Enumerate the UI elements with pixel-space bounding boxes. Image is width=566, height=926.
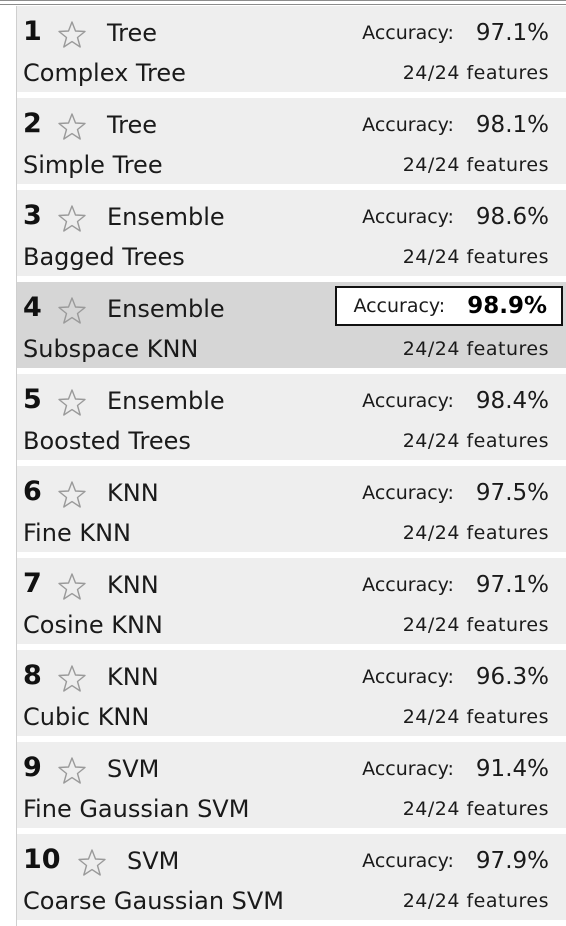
model-name: Subspace KNN (23, 335, 199, 363)
model-name: Cosine KNN (23, 611, 163, 639)
model-category: Ensemble (107, 203, 225, 231)
model-item[interactable]: 6 KNN Accuracy: 97.5% Fine KNN 24/24 fea… (17, 466, 566, 552)
model-rank: 6 (23, 476, 42, 507)
accuracy-label: Accuracy: (362, 390, 454, 412)
accuracy-value: 98.6% (475, 204, 549, 230)
model-rank: 4 (23, 292, 42, 323)
accuracy-display: Accuracy: 97.1% (362, 570, 549, 600)
accuracy-display: Accuracy: 97.1% (362, 18, 549, 48)
feature-count: 24/24 features (402, 154, 549, 176)
accuracy-value: 97.1% (475, 572, 549, 598)
accuracy-label: Accuracy: (362, 22, 454, 44)
model-name: Coarse Gaussian SVM (23, 887, 285, 915)
accuracy-display: Accuracy: 96.3% (362, 662, 549, 692)
star-icon[interactable] (77, 848, 107, 878)
top-border (0, 0, 566, 5)
model-item[interactable]: 3 Ensemble Accuracy: 98.6% Bagged Trees … (17, 190, 566, 276)
model-name: Bagged Trees (23, 243, 185, 271)
model-rank: 2 (23, 108, 42, 139)
accuracy-value: 98.4% (475, 388, 549, 414)
star-icon[interactable] (57, 388, 87, 418)
accuracy-value: 97.5% (475, 480, 549, 506)
accuracy-display: Accuracy: 98.1% (362, 110, 549, 140)
accuracy-display: Accuracy: 91.4% (362, 754, 549, 784)
star-icon[interactable] (57, 664, 87, 694)
accuracy-display-highlighted: Accuracy: 98.9% (335, 286, 563, 326)
model-category: SVM (127, 847, 180, 875)
model-rank: 3 (23, 200, 42, 231)
star-icon[interactable] (57, 756, 87, 786)
star-icon[interactable] (57, 204, 87, 234)
model-item[interactable]: 5 Ensemble Accuracy: 98.4% Boosted Trees… (17, 374, 566, 460)
model-item[interactable]: 2 Tree Accuracy: 98.1% Simple Tree 24/24… (17, 98, 566, 184)
accuracy-display: Accuracy: 97.5% (362, 478, 549, 508)
model-rank: 9 (23, 752, 42, 783)
accuracy-value: 91.4% (475, 756, 549, 782)
accuracy-label: Accuracy: (362, 206, 454, 228)
model-name: Fine KNN (23, 519, 131, 547)
feature-count: 24/24 features (402, 430, 549, 452)
model-item[interactable]: 10 SVM Accuracy: 97.9% Coarse Gaussian S… (17, 834, 566, 920)
star-icon[interactable] (57, 480, 87, 510)
model-item[interactable]: 7 KNN Accuracy: 97.1% Cosine KNN 24/24 f… (17, 558, 566, 644)
accuracy-display: Accuracy: 97.9% (362, 846, 549, 876)
accuracy-value: 97.9% (475, 848, 549, 874)
accuracy-label: Accuracy: (362, 574, 454, 596)
accuracy-label: Accuracy: (362, 482, 454, 504)
model-category: KNN (107, 479, 159, 507)
accuracy-label: Accuracy: (362, 114, 454, 136)
model-item[interactable]: 1 Tree Accuracy: 97.1% Complex Tree 24/2… (17, 6, 566, 92)
accuracy-display: Accuracy: 98.4% (362, 386, 549, 416)
accuracy-label: Accuracy: (353, 295, 446, 317)
feature-count: 24/24 features (402, 798, 549, 820)
model-rank: 5 (23, 384, 42, 415)
feature-count: 24/24 features (402, 890, 549, 912)
star-icon[interactable] (57, 572, 87, 602)
accuracy-display: Accuracy: 98.6% (362, 202, 549, 232)
accuracy-value: 96.3% (475, 664, 549, 690)
model-category: KNN (107, 571, 159, 599)
accuracy-label: Accuracy: (362, 758, 454, 780)
feature-count: 24/24 features (402, 338, 549, 360)
model-rank: 1 (23, 16, 42, 47)
model-item-selected[interactable]: 4 Ensemble Accuracy: 98.9% Subspace KNN … (17, 282, 566, 368)
feature-count: 24/24 features (402, 614, 549, 636)
accuracy-value: 97.1% (475, 20, 549, 46)
model-name: Simple Tree (23, 151, 163, 179)
model-category: Tree (107, 111, 158, 139)
model-category: SVM (107, 755, 160, 783)
model-name: Cubic KNN (23, 703, 150, 731)
model-item[interactable]: 9 SVM Accuracy: 91.4% Fine Gaussian SVM … (17, 742, 566, 828)
star-icon[interactable] (57, 112, 87, 142)
accuracy-label: Accuracy: (362, 666, 454, 688)
model-category: Tree (107, 19, 158, 47)
model-category: KNN (107, 663, 159, 691)
model-rank: 7 (23, 568, 42, 599)
model-history-list: 1 Tree Accuracy: 97.1% Complex Tree 24/2… (16, 6, 566, 926)
model-item[interactable]: 8 KNN Accuracy: 96.3% Cubic KNN 24/24 fe… (17, 650, 566, 736)
model-name: Boosted Trees (23, 427, 191, 455)
model-name: Fine Gaussian SVM (23, 795, 250, 823)
accuracy-value: 98.9% (467, 293, 547, 319)
star-icon[interactable] (57, 20, 87, 50)
accuracy-label: Accuracy: (362, 850, 454, 872)
model-category: Ensemble (107, 387, 225, 415)
accuracy-value: 98.1% (475, 112, 549, 138)
model-rank: 10 (23, 844, 61, 875)
model-name: Complex Tree (23, 59, 186, 87)
star-icon[interactable] (57, 296, 87, 326)
feature-count: 24/24 features (402, 62, 549, 84)
feature-count: 24/24 features (402, 522, 549, 544)
feature-count: 24/24 features (402, 246, 549, 268)
model-category: Ensemble (107, 295, 225, 323)
model-rank: 8 (23, 660, 42, 691)
feature-count: 24/24 features (402, 706, 549, 728)
